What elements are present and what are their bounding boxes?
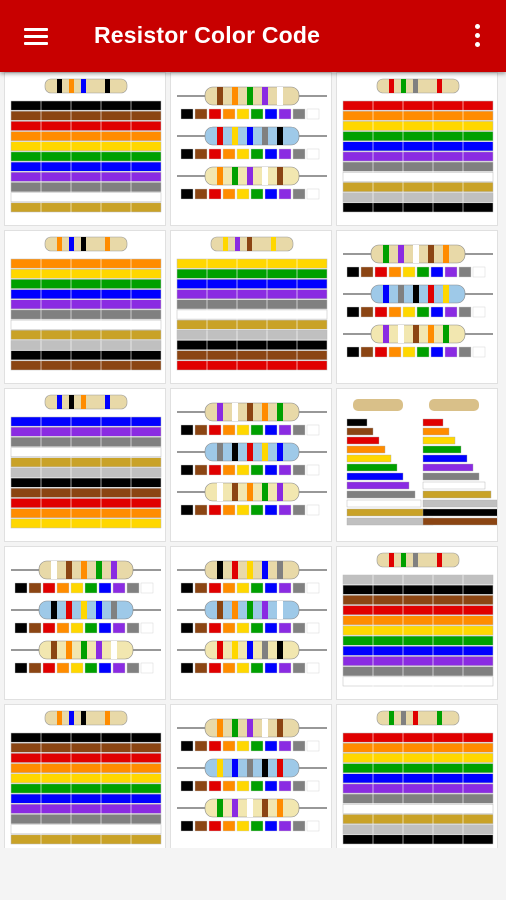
thumbnail-9[interactable]: [336, 388, 498, 542]
hamburger-menu-icon[interactable]: [16, 20, 56, 52]
thumbnail-3[interactable]: [336, 72, 498, 226]
page-title: Resistor Color Code: [94, 22, 321, 48]
more-vert-icon[interactable]: [464, 20, 492, 52]
thumbnail-8[interactable]: [170, 388, 332, 542]
thumbnail-11[interactable]: [170, 546, 332, 700]
thumbnail-6[interactable]: [336, 230, 498, 384]
thumbnail-7[interactable]: [4, 388, 166, 542]
app-bar: Resistor Color Code: [0, 0, 506, 72]
thumbnail-12[interactable]: [336, 546, 498, 700]
thumbnail-15[interactable]: [336, 704, 498, 858]
thumbnail-1[interactable]: [4, 72, 166, 226]
thumbnail-5[interactable]: [170, 230, 332, 384]
thumbnail-4[interactable]: [4, 230, 166, 384]
thumbnail-13[interactable]: [4, 704, 166, 858]
thumbnail-10[interactable]: [4, 546, 166, 700]
thumbnail-14[interactable]: [170, 704, 332, 858]
image-grid: [4, 72, 502, 858]
thumbnail-2[interactable]: [170, 72, 332, 226]
bottom-area: [0, 848, 506, 900]
